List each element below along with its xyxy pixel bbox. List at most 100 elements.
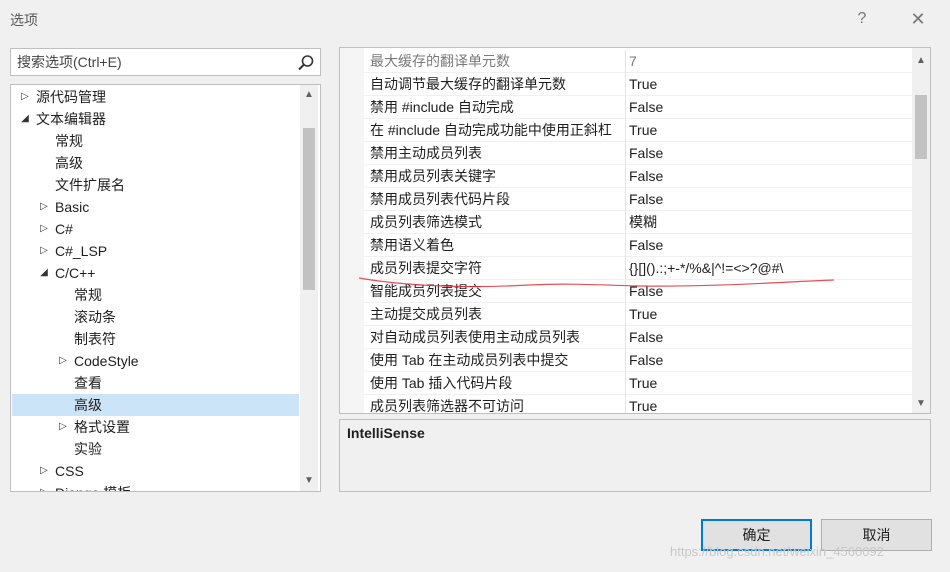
tree-item[interactable]: 滚动条 [12, 306, 299, 328]
tree-item[interactable]: 常规 [12, 130, 299, 152]
column-divider [625, 165, 626, 188]
property-row[interactable]: 禁用 #include 自动完成 False [364, 96, 912, 119]
window-title: 选项 [10, 12, 38, 28]
tree-item[interactable]: ▷ Basic [12, 196, 299, 218]
search-input[interactable] [11, 49, 291, 75]
tree-item[interactable]: ▷ C# [12, 218, 299, 240]
property-grid: ▲ ▼ 最大缓存的翻译单元数 7 自动调节最大缓存的翻译单元数 True 禁用 #inc… [339, 47, 931, 414]
tree-item-label: C# [55, 221, 73, 237]
property-row[interactable]: 最大缓存的翻译单元数 7 [364, 50, 912, 73]
property-value[interactable]: False [629, 188, 663, 211]
expand-arrow-icon[interactable]: ▷ [38, 218, 50, 240]
property-row[interactable]: 使用 Tab 在主动成员列表中提交 False [364, 349, 912, 372]
column-divider [625, 96, 626, 119]
property-value[interactable]: True [629, 303, 657, 326]
property-value[interactable]: False [629, 96, 663, 119]
expand-arrow-icon[interactable]: ▷ [38, 196, 50, 218]
help-button[interactable]: ? [848, 6, 876, 32]
tree-item[interactable]: ◢ C/C++ [12, 262, 299, 284]
expand-arrow-icon[interactable]: ▷ [38, 460, 50, 482]
grid-scroll-thumb[interactable] [915, 95, 927, 159]
property-value[interactable]: True [629, 372, 657, 395]
tree-item[interactable]: 高级 [12, 394, 299, 416]
tree-item[interactable]: ▷ 源代码管理 [12, 86, 299, 108]
column-divider [625, 50, 626, 73]
column-divider [625, 188, 626, 211]
tree-scroll-thumb[interactable] [303, 128, 315, 290]
property-name: 成员列表提交字符 [370, 260, 482, 276]
tree-item[interactable]: 常规 [12, 284, 299, 306]
property-value[interactable]: False [629, 280, 663, 303]
property-value[interactable]: False [629, 165, 663, 188]
property-value[interactable]: False [629, 142, 663, 165]
tree-item-label: 格式设置 [74, 419, 130, 435]
close-button[interactable]: ✕ [904, 6, 932, 32]
column-divider [625, 395, 626, 413]
expand-arrow-icon[interactable]: ▷ [38, 240, 50, 262]
property-row[interactable]: 禁用主动成员列表 False [364, 142, 912, 165]
property-row[interactable]: 禁用语义着色 False [364, 234, 912, 257]
property-value[interactable]: False [629, 234, 663, 257]
property-value[interactable]: True [629, 73, 657, 96]
property-name: 禁用语义着色 [370, 237, 454, 253]
tree-item[interactable]: ▷ CSS [12, 460, 299, 482]
property-row[interactable]: 智能成员列表提交 False [364, 280, 912, 303]
property-value[interactable]: 模糊 [629, 211, 657, 234]
property-value[interactable]: 7 [629, 50, 637, 73]
property-row[interactable]: 自动调节最大缓存的翻译单元数 True [364, 73, 912, 96]
property-name: 使用 Tab 插入代码片段 [370, 375, 513, 391]
tree-item-label: 高级 [55, 155, 83, 171]
expand-arrow-icon[interactable]: ▷ [38, 482, 50, 491]
expand-arrow-icon[interactable]: ▷ [57, 416, 69, 438]
tree-item[interactable]: ◢ 文本编辑器 [12, 108, 299, 130]
scroll-up-icon[interactable]: ▲ [912, 51, 930, 69]
property-row[interactable]: 成员列表提交字符 {}[]().:;+-*/%&|^!=<>?@#\ [364, 257, 912, 280]
property-value[interactable]: True [629, 119, 657, 142]
tree-scrollbar[interactable]: ▲ ▼ [300, 85, 318, 491]
scroll-down-icon[interactable]: ▼ [300, 471, 318, 489]
tree-item-label: 文件扩展名 [55, 177, 125, 193]
property-row[interactable]: 主动提交成员列表 True [364, 303, 912, 326]
property-name: 最大缓存的翻译单元数 [370, 53, 510, 69]
collapse-arrow-icon[interactable]: ◢ [38, 262, 50, 284]
scroll-down-icon[interactable]: ▼ [912, 394, 930, 412]
title-bar: 选项 ? ✕ [0, 0, 950, 38]
tree-item[interactable]: ▷ 格式设置 [12, 416, 299, 438]
property-value[interactable]: False [629, 349, 663, 372]
property-row[interactable]: 成员列表筛选模式 模糊 [364, 211, 912, 234]
property-row[interactable]: 使用 Tab 插入代码片段 True [364, 372, 912, 395]
tree-item[interactable]: ▷ C#_LSP [12, 240, 299, 262]
property-row[interactable]: 禁用成员列表代码片段 False [364, 188, 912, 211]
property-row[interactable]: 在 #include 自动完成功能中使用正斜杠 True [364, 119, 912, 142]
property-value[interactable]: True [629, 395, 657, 413]
column-divider [625, 142, 626, 165]
tree-item[interactable]: ▷ CodeStyle [12, 350, 299, 372]
property-name: 自动调节最大缓存的翻译单元数 [370, 76, 566, 92]
tree-item[interactable]: 查看 [12, 372, 299, 394]
tree-item-label: 实验 [74, 441, 102, 457]
tree-item-label: 常规 [55, 133, 83, 149]
column-divider [625, 349, 626, 372]
column-divider [625, 280, 626, 303]
property-name: 禁用主动成员列表 [370, 145, 482, 161]
expand-arrow-icon[interactable]: ▷ [57, 350, 69, 372]
property-name: 成员列表筛选模式 [370, 214, 482, 230]
tree-item[interactable]: 高级 [12, 152, 299, 174]
property-name: 禁用成员列表代码片段 [370, 191, 510, 207]
property-value[interactable]: {}[]().:;+-*/%&|^!=<>?@#\ [629, 257, 783, 280]
collapse-arrow-icon[interactable]: ◢ [19, 108, 31, 130]
tree-item[interactable]: 实验 [12, 438, 299, 460]
search-icon[interactable] [296, 53, 316, 73]
property-row[interactable]: 成员列表筛选器不可访问 True [364, 395, 912, 413]
scroll-up-icon[interactable]: ▲ [300, 85, 318, 103]
property-value[interactable]: False [629, 326, 663, 349]
tree-item-label: 滚动条 [74, 309, 116, 325]
grid-scrollbar[interactable]: ▲ ▼ [912, 48, 930, 413]
property-row[interactable]: 对自动成员列表使用主动成员列表 False [364, 326, 912, 349]
tree-item[interactable]: ▷ Django 模板 [12, 482, 299, 491]
property-row[interactable]: 禁用成员列表关键字 False [364, 165, 912, 188]
tree-item[interactable]: 文件扩展名 [12, 174, 299, 196]
expand-arrow-icon[interactable]: ▷ [19, 86, 31, 108]
tree-item[interactable]: 制表符 [12, 328, 299, 350]
column-divider [625, 257, 626, 280]
